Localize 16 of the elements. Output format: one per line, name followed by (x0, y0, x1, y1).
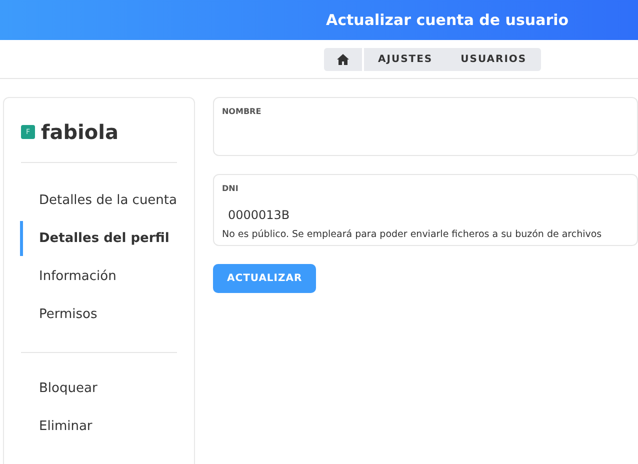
sidebar-action[interactable]: Eliminar (20, 409, 177, 444)
help-text: No es público. Se empleará para poder enviarle ficheros a su buzón de archivos (222, 229, 603, 240)
form-field[interactable]: DNI 0000013B No es público. Se empleará para poder enviarle ficheros a su buzón de archivos (212, 174, 638, 246)
sidebar-item[interactable]: Detalles del perfil (20, 221, 177, 256)
home-icon (337, 54, 349, 64)
page-title: Actualizar cuenta de usuario (326, 11, 569, 29)
form-field[interactable]: NOMBRE (212, 97, 638, 156)
sidebar-item[interactable]: Detalles de la cuenta (20, 183, 177, 218)
breadcrumb-link[interactable]: AJUSTES (364, 48, 447, 70)
sidebar-item[interactable]: Permisos (20, 297, 177, 332)
breadcrumb-link[interactable]: USUARIOS (446, 48, 541, 70)
sidebar-action[interactable]: Bloquear (20, 371, 177, 406)
sidebar-item[interactable]: Información (20, 259, 177, 294)
user-name: fabiola (41, 120, 118, 144)
field-label: DNI (222, 184, 240, 193)
field-label: NOMBRE (222, 107, 262, 116)
